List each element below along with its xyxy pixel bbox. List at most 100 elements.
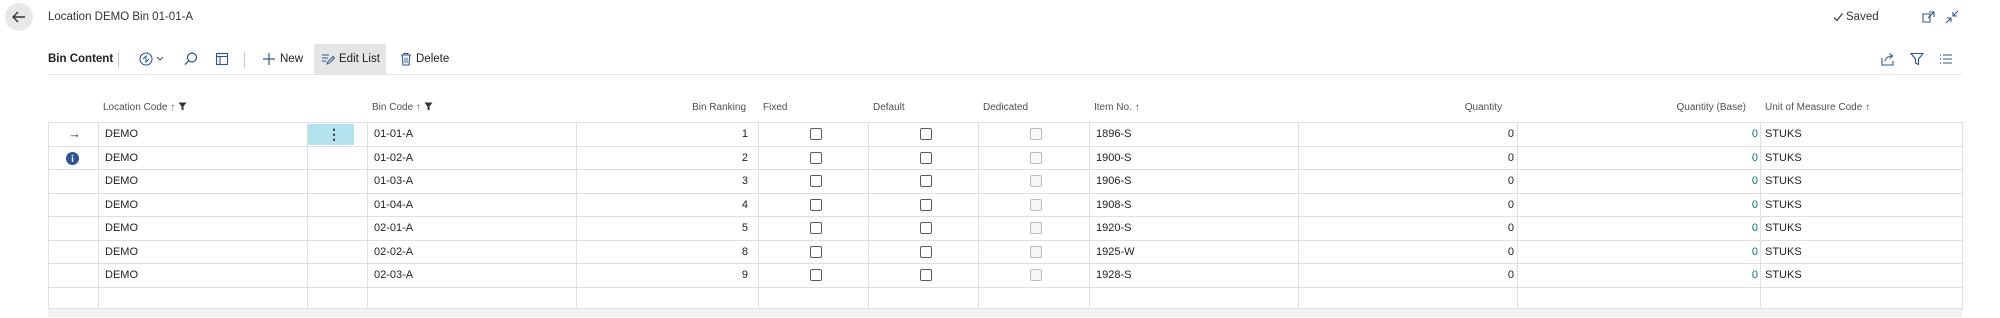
unit-of-measure-cell[interactable]: STUKS [1765, 128, 1802, 140]
table-row[interactable]: DEMO 02-02-A 8 1925-W 0 0 STUKS [48, 239, 1962, 264]
row-actions-button[interactable]: ⋮ [307, 124, 354, 145]
location-code-cell[interactable]: DEMO [105, 269, 138, 281]
location-code-cell[interactable]: DEMO [105, 222, 138, 234]
info-icon[interactable] [66, 151, 79, 165]
bin-code-cell[interactable]: 02-03-A [374, 269, 413, 281]
table-row[interactable]: DEMO 01-02-A 2 1900-S 0 0 STUKS [48, 145, 1962, 170]
quantity-base-link[interactable]: 0 [1698, 222, 1758, 234]
table-row[interactable]: DEMO 01-04-A 4 1908-S 0 0 STUKS [48, 192, 1962, 217]
actions-menu-button[interactable] [138, 51, 168, 67]
unit-of-measure-cell[interactable]: STUKS [1765, 152, 1802, 164]
default-checkbox[interactable] [920, 198, 932, 211]
bin-code-cell[interactable]: 02-01-A [374, 222, 413, 234]
quantity-base-link[interactable]: 0 [1698, 152, 1758, 164]
default-checkbox[interactable] [920, 175, 932, 187]
location-code-cell[interactable]: DEMO [105, 128, 138, 140]
location-code-cell[interactable]: DEMO [105, 246, 138, 258]
table-row[interactable]: DEMO 02-03-A 9 1928-S 0 0 STUKS [48, 263, 1962, 287]
column-header-fixed[interactable]: Fixed [763, 102, 787, 113]
unit-of-measure-cell[interactable]: STUKS [1765, 269, 1802, 281]
location-code-cell[interactable]: DEMO [105, 175, 138, 187]
default-checkbox[interactable] [920, 222, 932, 234]
unit-of-measure-cell[interactable]: STUKS [1765, 199, 1802, 211]
bin-ranking-cell[interactable]: 1 [688, 128, 748, 140]
list-view-button[interactable] [1938, 51, 1954, 67]
location-code-cell[interactable]: DEMO [105, 152, 138, 164]
unit-of-measure-cell[interactable]: STUKS [1765, 222, 1802, 234]
column-header-location-code[interactable]: Location Code ↑ [103, 102, 187, 113]
bin-ranking-cell[interactable]: 9 [688, 269, 748, 281]
edit-list-button[interactable]: Edit List [314, 44, 386, 74]
item-no-cell[interactable]: 1906-S [1096, 175, 1131, 187]
column-header-unit-of-measure-code[interactable]: Unit of Measure Code ↑ [1765, 102, 1870, 113]
bin-code-cell[interactable]: 01-03-A [374, 175, 413, 187]
edit-list-icon [322, 54, 335, 65]
default-checkbox[interactable] [920, 269, 932, 281]
quantity-base-link[interactable]: 0 [1698, 269, 1758, 281]
column-header-item-no[interactable]: Item No. ↑ [1094, 102, 1140, 113]
fixed-checkbox[interactable] [810, 151, 822, 164]
share-button[interactable] [1880, 51, 1896, 67]
item-no-cell[interactable]: 1928-S [1096, 269, 1131, 281]
grid-line [367, 122, 368, 310]
bin-ranking-cell[interactable]: 5 [688, 222, 748, 234]
bin-code-cell[interactable]: 01-02-A [374, 152, 413, 164]
quantity-base-link[interactable]: 0 [1698, 175, 1758, 187]
fixed-checkbox[interactable] [810, 128, 822, 140]
item-no-cell[interactable]: 1908-S [1096, 199, 1131, 211]
bin-code-cell[interactable]: 01-01-A [374, 128, 413, 140]
default-checkbox[interactable] [920, 128, 932, 140]
quantity-base-link[interactable]: 0 [1698, 246, 1758, 258]
separator [118, 52, 119, 68]
collapse-button[interactable] [1944, 9, 1960, 25]
table-row[interactable]: DEMO 02-01-A 5 1920-S 0 0 STUKS [48, 216, 1962, 240]
quantity-cell: 0 [1507, 269, 1514, 281]
back-button[interactable] [5, 3, 33, 31]
grid-line [98, 122, 99, 310]
new-button[interactable]: New [258, 44, 308, 74]
fixed-checkbox[interactable] [810, 175, 822, 187]
bin-code-cell[interactable]: 01-04-A [374, 199, 413, 211]
plus-icon [263, 53, 275, 65]
column-header-dedicated[interactable]: Dedicated [983, 102, 1028, 113]
layout-button[interactable] [214, 51, 230, 67]
quantity-base-link[interactable]: 0 [1698, 199, 1758, 211]
unit-of-measure-cell[interactable]: STUKS [1765, 246, 1802, 258]
arrow-left-icon [12, 11, 25, 23]
grid-line [48, 122, 49, 310]
fixed-checkbox[interactable] [810, 245, 822, 258]
item-no-cell[interactable]: 1900-S [1096, 152, 1131, 164]
location-code-cell[interactable]: DEMO [105, 199, 138, 211]
table-row[interactable]: DEMO 01-03-A 3 1906-S 0 0 STUKS [48, 169, 1962, 193]
quantity-base-link[interactable]: 0 [1698, 128, 1758, 140]
default-checkbox[interactable] [920, 151, 932, 164]
column-header-quantity[interactable]: Quantity [1440, 102, 1502, 113]
fixed-checkbox[interactable] [810, 269, 822, 281]
list-view-icon [1940, 54, 1952, 64]
sort-ascending-icon: ↑ [415, 102, 421, 113]
column-header-default[interactable]: Default [873, 102, 905, 113]
search-button[interactable] [183, 51, 199, 67]
unit-of-measure-cell[interactable]: STUKS [1765, 175, 1802, 187]
automate-icon [139, 52, 164, 66]
fixed-checkbox[interactable] [810, 198, 822, 211]
item-no-cell[interactable]: 1925-W [1096, 246, 1135, 258]
default-checkbox[interactable] [920, 245, 932, 258]
table-row[interactable]: → ⋮ DEMO 01-01-A 1 1896-S 0 0 STUKS [48, 122, 1962, 146]
table-row-new[interactable] [48, 286, 1962, 311]
bin-ranking-cell[interactable]: 2 [688, 152, 748, 164]
column-header-bin-code[interactable]: Bin Code ↑ [372, 102, 433, 113]
column-header-quantity-base[interactable]: Quantity (Base) [1600, 102, 1746, 113]
item-no-cell[interactable]: 1920-S [1096, 222, 1131, 234]
open-new-window-button[interactable] [1920, 10, 1936, 26]
item-no-cell[interactable]: 1896-S [1096, 128, 1131, 140]
fixed-checkbox[interactable] [810, 222, 822, 234]
bin-code-cell[interactable]: 02-02-A [374, 246, 413, 258]
bin-ranking-cell[interactable]: 8 [688, 246, 748, 258]
bin-ranking-cell[interactable]: 4 [688, 199, 748, 211]
column-header-bin-ranking[interactable]: Bin Ranking [680, 102, 746, 113]
filter-button[interactable] [1909, 51, 1925, 67]
grid-scroll-area[interactable] [48, 308, 1962, 317]
bin-ranking-cell[interactable]: 3 [688, 175, 748, 187]
delete-button[interactable]: Delete [396, 44, 456, 74]
